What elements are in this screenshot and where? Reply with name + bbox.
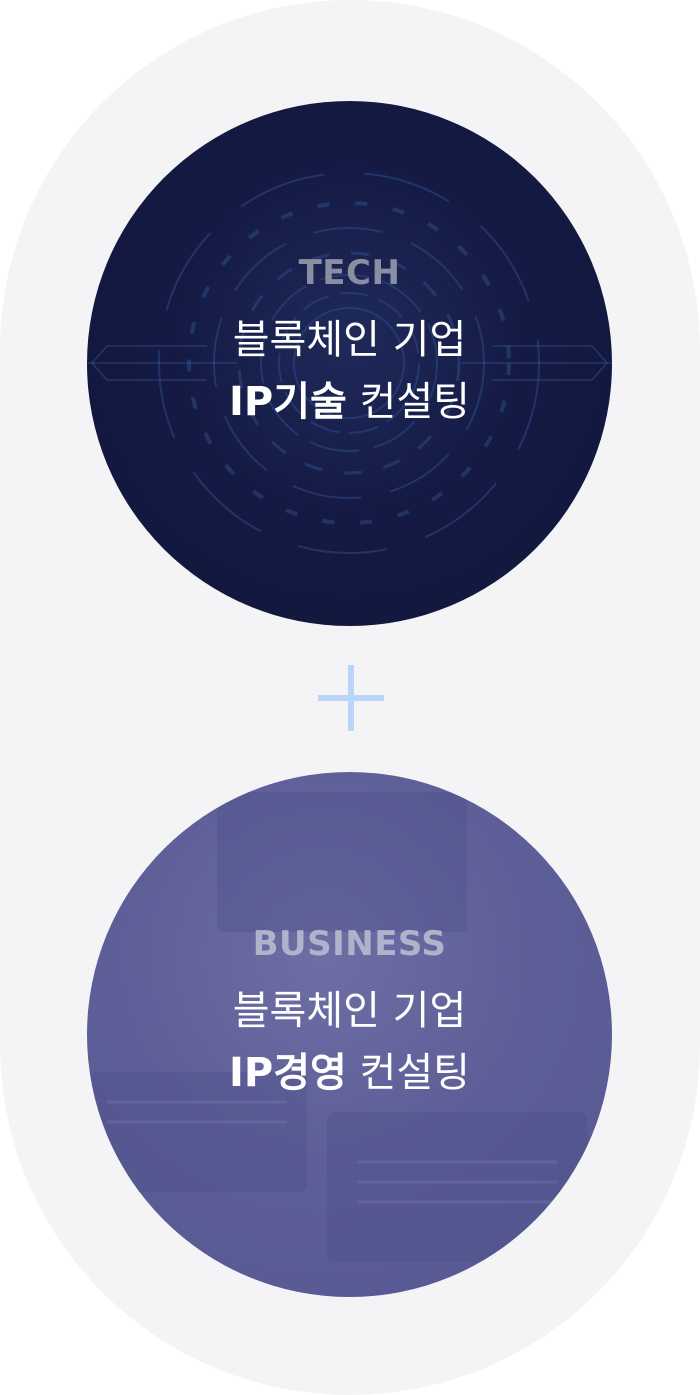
business-circle: BUSINESS 블록체인 기업 IP경영 컨설팅: [87, 772, 612, 1297]
tech-circle: TECH 블록체인 기업 IP기술 컨설팅: [87, 101, 612, 626]
plus-icon: [318, 665, 384, 731]
tech-headline-strong: IP기술: [229, 379, 347, 425]
business-headline-rest: 컨설팅: [346, 1050, 470, 1096]
business-headline-strong: IP경영: [229, 1050, 347, 1096]
tech-headline-line2: IP기술 컨설팅: [87, 371, 612, 433]
tech-headline-line1: 블록체인 기업: [232, 317, 467, 363]
business-headline-line2: IP경영 컨설팅: [87, 1042, 612, 1104]
business-headline-line1: 블록체인 기업: [232, 988, 467, 1034]
tech-headline-rest: 컨설팅: [346, 379, 470, 425]
business-text: BUSINESS 블록체인 기업 IP경영 컨설팅: [87, 922, 612, 1104]
business-eyebrow: BUSINESS: [252, 924, 447, 964]
tech-eyebrow: TECH: [298, 253, 401, 293]
tech-text: TECH 블록체인 기업 IP기술 컨설팅: [87, 251, 612, 433]
consulting-graphic: TECH 블록체인 기업 IP기술 컨설팅 BUSINESS 블록체인 기업 I…: [0, 0, 700, 1395]
